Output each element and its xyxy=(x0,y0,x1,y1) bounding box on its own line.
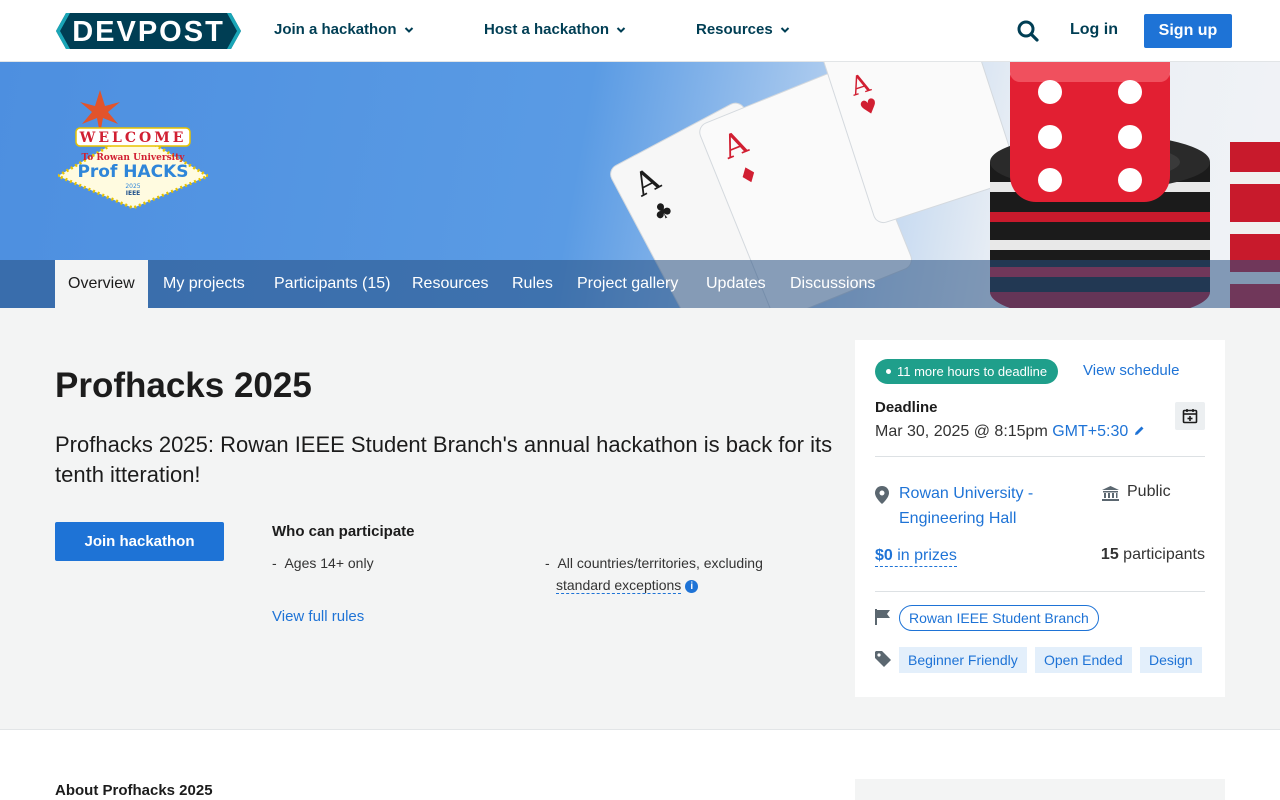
join-hackathon-button[interactable]: Join hackathon xyxy=(55,522,224,561)
resources-menu-label: Resources xyxy=(696,21,773,38)
flag-icon xyxy=(875,609,890,625)
standard-exceptions-link[interactable]: standard exceptions xyxy=(556,577,682,594)
tab-updates[interactable]: Updates xyxy=(693,260,779,308)
devpost-logo[interactable]: DEVPOST xyxy=(56,13,241,49)
logo-welcome-text: WELCOME xyxy=(79,130,187,146)
logo-ieee-text: IEEE xyxy=(126,190,141,197)
eligibility-countries-text: All countries/territories, excluding xyxy=(557,555,763,571)
participants-label: participants xyxy=(1123,546,1205,563)
logo-text: DEVPOST xyxy=(72,16,225,48)
tab-resources[interactable]: Resources xyxy=(399,260,501,308)
view-full-rules-link[interactable]: View full rules xyxy=(272,608,364,625)
tag-icon xyxy=(875,651,891,667)
participants-count: 15 participants xyxy=(1101,546,1205,564)
prizes-link[interactable]: $0 in prizes xyxy=(875,546,957,567)
chevron-down-icon xyxy=(780,26,789,33)
calendar-add-icon xyxy=(1182,409,1198,424)
chevron-down-icon xyxy=(404,26,413,33)
eligibility-heading: Who can participate xyxy=(272,523,415,540)
join-hackathon-menu-label: Join a hackathon xyxy=(274,21,397,38)
participants-number: 15 xyxy=(1100,546,1119,563)
pencil-icon[interactable] xyxy=(1133,424,1146,437)
hackathon-tagline: Profhacks 2025: Rowan IEEE Student Branc… xyxy=(55,432,833,487)
public-building-icon xyxy=(1102,486,1119,501)
eligibility-item: - Ages 14+ only xyxy=(272,555,374,571)
hackathon-tabs: Overview My projects Participants (15) R… xyxy=(0,260,1280,308)
prize-amount: $0 xyxy=(875,547,893,564)
deadline-value: Mar 30, 2025 @ 8:15pm GMT+5:30 xyxy=(875,423,1146,441)
top-navigation: DEVPOST Join a hackathon Host a hackatho… xyxy=(0,0,1280,62)
theme-tag[interactable]: Design xyxy=(1140,647,1202,673)
add-to-calendar-button[interactable] xyxy=(1175,402,1205,430)
deadline-countdown-badge: 11 more hours to deadline xyxy=(875,359,1059,384)
about-sidebar-box xyxy=(855,779,1225,800)
visibility-value: Public xyxy=(1127,483,1171,500)
tab-my-projects[interactable]: My projects xyxy=(150,260,258,308)
logo-profhacks-text: Prof HACKS xyxy=(77,162,188,182)
chevron-down-icon xyxy=(616,26,626,33)
tab-discussions[interactable]: Discussions xyxy=(777,260,888,308)
host-hackathon-menu[interactable]: Host a hackathon xyxy=(484,21,626,38)
search-icon[interactable] xyxy=(1016,19,1040,43)
eligibility-age-text: Ages 14+ only xyxy=(284,555,374,571)
tab-rules[interactable]: Rules xyxy=(499,260,566,308)
profhacks-welcome-logo[interactable]: WELCOME To Rowan University Prof HACKS 2… xyxy=(58,90,208,210)
view-schedule-link[interactable]: View schedule xyxy=(1083,362,1179,379)
deadline-label: Deadline xyxy=(875,399,938,416)
location-pin-icon xyxy=(875,486,889,504)
about-heading: About Profhacks 2025 xyxy=(55,782,213,799)
location-link[interactable]: Rowan University - Engineering Hall xyxy=(899,481,1069,531)
deadline-countdown-text: 11 more hours to deadline xyxy=(897,364,1048,379)
deadline-datetime: Mar 30, 2025 @ 8:15pm xyxy=(875,423,1048,440)
resources-menu[interactable]: Resources xyxy=(696,21,790,38)
eligibility-item: - All countries/territories, excluding s… xyxy=(545,555,763,594)
theme-tag[interactable]: Open Ended xyxy=(1035,647,1132,673)
about-section: About Profhacks 2025 xyxy=(0,729,1280,800)
organizer-chip[interactable]: Rowan IEEE Student Branch xyxy=(899,605,1099,631)
status-dot-icon xyxy=(886,369,891,374)
login-link[interactable]: Log in xyxy=(1070,21,1118,39)
join-hackathon-menu[interactable]: Join a hackathon xyxy=(274,21,414,38)
divider xyxy=(875,591,1205,592)
tab-project-gallery[interactable]: Project gallery xyxy=(564,260,691,308)
signup-button[interactable]: Sign up xyxy=(1144,14,1232,48)
prize-suffix: in prizes xyxy=(892,547,957,564)
hackathon-banner: A ♣ A ♦ A ♥ WELCOME To Rowan University … xyxy=(0,62,1280,308)
host-hackathon-menu-label: Host a hackathon xyxy=(484,21,610,38)
hackathon-details-card: 11 more hours to deadline View schedule … xyxy=(855,340,1225,697)
divider xyxy=(875,456,1205,457)
logo-year-text: 2025 xyxy=(125,183,140,190)
timezone-link[interactable]: GMT+5:30 xyxy=(1052,423,1128,440)
tab-participants[interactable]: Participants (15) xyxy=(261,260,404,308)
page-title: Profhacks 2025 xyxy=(55,366,312,405)
tab-overview[interactable]: Overview xyxy=(55,260,148,308)
theme-tag[interactable]: Beginner Friendly xyxy=(899,647,1027,673)
info-icon[interactable]: i xyxy=(685,580,699,593)
